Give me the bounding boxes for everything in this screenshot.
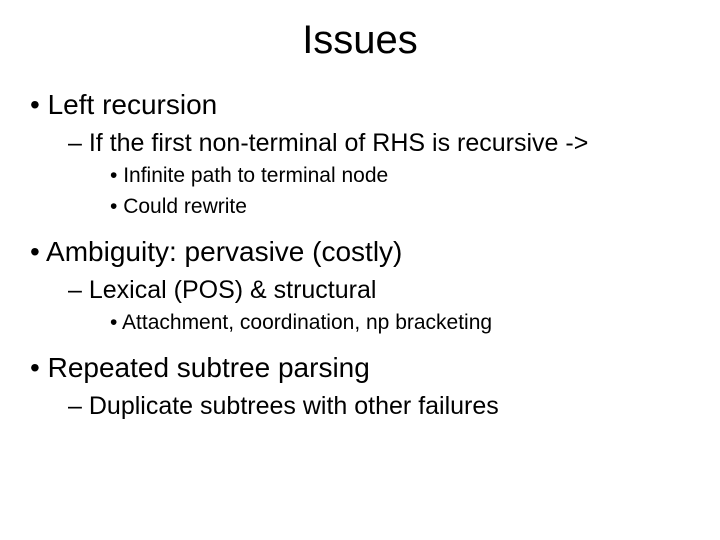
list-item: Lexical (POS) & structural — [68, 275, 720, 306]
bullet-list: Left recursion If the first non-terminal… — [0, 87, 720, 423]
list-item: Repeated subtree parsing — [30, 350, 720, 385]
list-item: Could rewrite — [110, 194, 720, 220]
list-item: Infinite path to terminal node — [110, 163, 720, 189]
slide: Issues Left recursion If the first non-t… — [0, 0, 720, 540]
list-item: Left recursion — [30, 87, 720, 122]
list-item: If the first non-terminal of RHS is recu… — [68, 128, 720, 159]
list-item: Ambiguity: pervasive (costly) — [30, 234, 720, 269]
list-item: Attachment, coordination, np bracketing — [110, 310, 720, 336]
slide-title: Issues — [0, 0, 720, 73]
list-item: Duplicate subtrees with other failures — [68, 391, 720, 422]
